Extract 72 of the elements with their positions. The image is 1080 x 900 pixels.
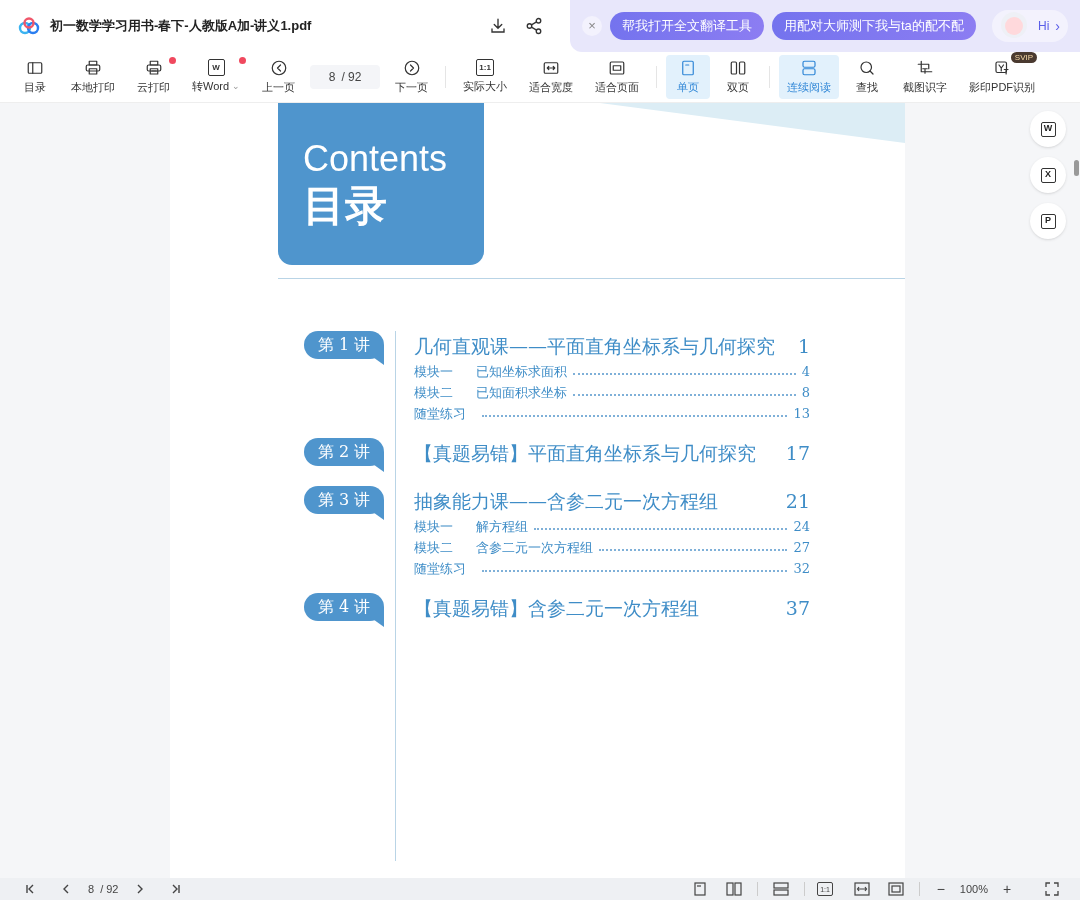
page-number: 32: [793, 559, 810, 578]
ratio-icon: 1:1: [476, 59, 494, 77]
section-title: 已知坐标求面积: [476, 362, 567, 381]
assistant-button[interactable]: Hi ›: [992, 10, 1068, 42]
fit-page-icon: [608, 58, 627, 77]
double-page-icon: [729, 58, 748, 77]
convert-button[interactable]: W: [1030, 111, 1066, 147]
continuous-icon: [800, 58, 819, 77]
toolbar-button[interactable]: 双页: [716, 55, 761, 99]
toolbar-button[interactable]: 单页: [666, 55, 711, 99]
zoom-level: 100%: [959, 881, 988, 897]
toolbar-button[interactable]: SVIP 影印PDF识别: [961, 55, 1044, 99]
toolbar-button[interactable]: 1:1 实际大小: [455, 55, 516, 99]
contents-heading: Contents: [303, 137, 449, 181]
toolbar-button[interactable]: 适合宽度: [521, 55, 582, 99]
scan-icon: [993, 58, 1012, 77]
section-label: 模块一: [414, 362, 454, 381]
scrollbar-thumb[interactable]: [1074, 160, 1079, 176]
section-label: 随堂练习: [414, 559, 467, 578]
page-number: 27: [793, 538, 810, 557]
chevron-right-icon: [402, 58, 421, 77]
toolbar-button[interactable]: W 转Word ⌄: [184, 55, 249, 99]
toolbar-button[interactable]: 查找: [845, 55, 890, 99]
prompt-chip[interactable]: 用配对大师测下我与ta的配不配: [772, 12, 976, 40]
convert-button[interactable]: X: [1030, 157, 1066, 193]
crop-icon: [916, 58, 935, 77]
page-number: 37: [785, 595, 810, 621]
section-label: 模块二: [414, 538, 454, 557]
download-icon: [489, 17, 507, 35]
app-logo-icon: [18, 17, 40, 35]
toolbar-button[interactable]: 目录: [13, 55, 57, 99]
file-title: 初一数学学习用书-春下-人教版A加-讲义1.pdf: [50, 17, 312, 36]
section-label: 模块二: [414, 383, 454, 402]
lecture-title: 【真题易错】平面直角坐标系与几何探究: [414, 440, 756, 466]
lecture-title: 几何直观课——平面直角坐标系与几何探究: [414, 333, 775, 359]
toolbar-button[interactable]: 适合页面: [587, 55, 648, 99]
page-number: 17: [785, 440, 810, 466]
convert-button[interactable]: P: [1030, 203, 1066, 239]
zoom-out-button[interactable]: −: [931, 878, 950, 900]
first-page-icon: [24, 883, 36, 895]
toolbar-button[interactable]: 本地打印: [63, 55, 123, 99]
zoom-in-button[interactable]: +: [998, 878, 1016, 900]
contents-heading-chinese: 目录: [303, 181, 388, 231]
toolbar-button[interactable]: 上一页: [254, 55, 304, 99]
last-page-icon: [170, 883, 183, 895]
section-label: 模块一: [414, 517, 454, 536]
section-title: 解方程组: [476, 517, 528, 536]
page-number-field[interactable]: 8 / 92: [88, 880, 119, 898]
document-icon: W: [207, 59, 225, 77]
page-field[interactable]: 8 / 92: [310, 65, 381, 89]
prompt-chip[interactable]: 帮我打开全文翻译工具: [610, 12, 764, 40]
toolbar-button[interactable]: 云打印: [129, 55, 178, 99]
toolbar-button[interactable]: 连续阅读: [779, 55, 840, 99]
page-number: 1: [797, 333, 810, 359]
page-number: 8: [801, 383, 810, 402]
printer-icon: [84, 58, 102, 77]
printer-icon: [144, 58, 163, 77]
section-title: 含参二元一次方程组: [476, 538, 593, 557]
section-title: 已知面积求坐标: [476, 383, 567, 402]
lecture-title: 【真题易错】含参二元一次方程组: [414, 595, 699, 621]
share-icon: [525, 17, 543, 35]
fullscreen-button[interactable]: [1042, 879, 1062, 899]
page-number: 13: [793, 404, 810, 423]
lecture-title: 抽象能力课——含参二元一次方程组: [414, 488, 718, 514]
svip-badge: SVIP: [1010, 52, 1038, 63]
chevron-left-icon: [269, 58, 288, 77]
page-number: 24: [793, 517, 810, 536]
page-number: 4: [801, 362, 810, 381]
section-label: 随堂练习: [414, 404, 467, 423]
toolbar-button[interactable]: 截图识字: [895, 55, 956, 99]
toolbar-button[interactable]: 下一页: [387, 55, 437, 99]
page-number: 21: [785, 488, 810, 514]
